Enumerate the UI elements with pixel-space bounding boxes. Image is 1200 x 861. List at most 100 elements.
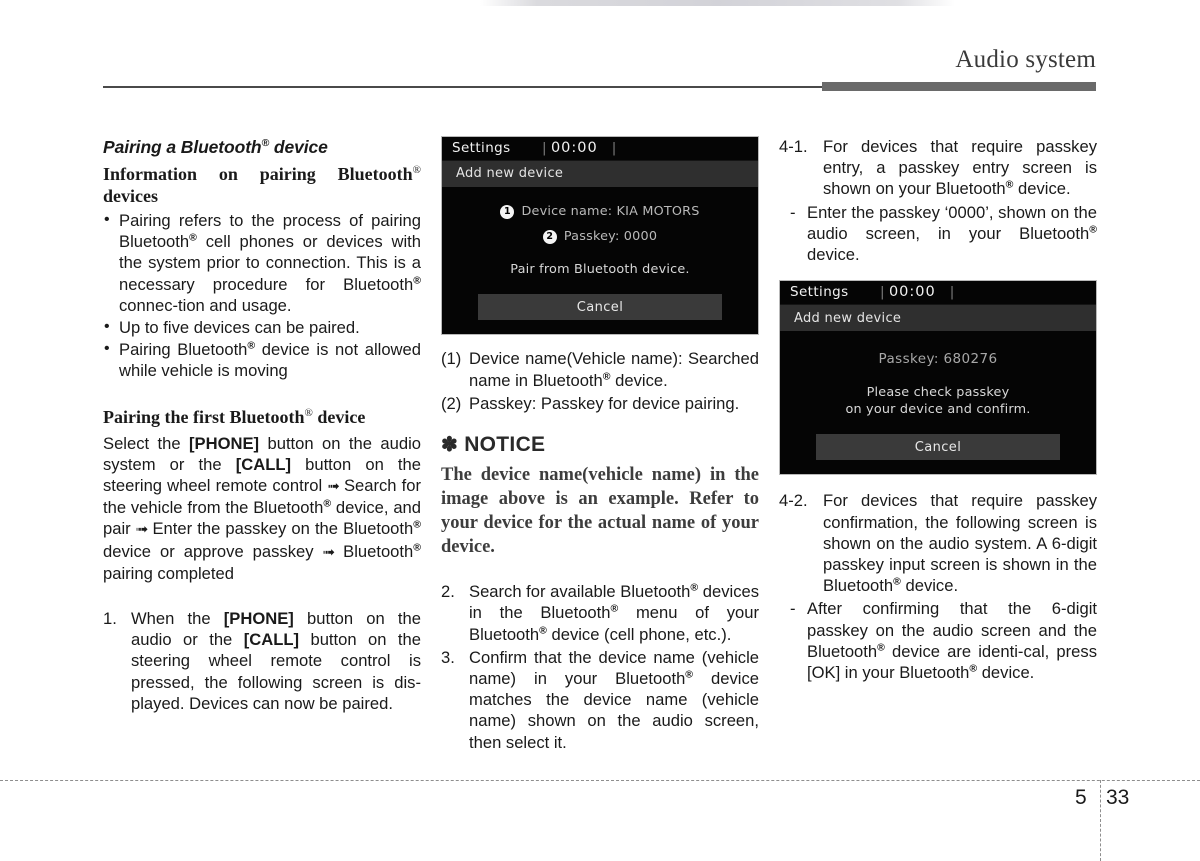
step-text-end: device. [1013,179,1071,199]
list-item-text: Pairing Bluetooth [119,340,248,360]
screen-status-separator: | [542,139,547,156]
arrow-right-icon: ➟ [322,543,336,561]
phone-button-reference: [PHONE] [189,433,260,453]
page-header: Audio system [0,46,1200,96]
callout-badge-1: 1 [500,204,515,219]
sub-step-text-end: device. [977,663,1035,683]
caption-text: Passkey: Passkey for device pairing. [469,393,740,413]
registered-mark-icon: ® [1089,223,1097,236]
paragraph-text: Select the [103,433,190,453]
caption-text: Device name(Vehicle name): Searched name… [469,349,759,390]
screen-status-bar: Settings | 00:00 | [780,281,1096,305]
pairing-steps-list-middle: 2. Search for available Bluetooth® device… [441,581,759,753]
asterisk-icon: ✽ [441,434,459,457]
registered-mark-icon: ® [877,641,885,654]
step-text-end: device. [900,576,959,596]
registered-mark-icon: ® [602,370,611,383]
arrow-right-icon: ➟ [327,478,340,496]
step-text-end: device (cell phone, etc.). [546,624,732,644]
list-item-text-end: connec-tion and usage. [119,295,292,315]
registered-mark-icon: ® [247,339,256,352]
list-item: Pairing refers to the process of pairing… [103,209,421,316]
page-number: 33 [1106,786,1130,809]
registered-mark-icon: ® [893,575,901,588]
screen-content: 1 Device name: KIA MOTORS 2 Passkey: 000… [442,187,758,335]
screen-status-label: Settings [790,284,849,301]
list-item: Up to five devices can be paired. [103,316,421,338]
list-item: 3. Confirm that the device name (vehicle … [441,647,759,753]
caption-text-end: device. [615,370,668,390]
right-column: 4-1. For devices that require passkey ent… [779,136,1097,683]
registered-mark-icon: ® [323,497,332,510]
cancel-button[interactable]: Cancel [816,434,1060,461]
header-rule-thick [822,82,1096,91]
screen-status-bar: Settings | 00:00 | [442,137,758,160]
subheading-text: Information on pairing Bluetooth [103,164,413,184]
device-name-value: Device name: KIA MOTORS [521,204,700,219]
screen-message: Pair from Bluetooth device. [510,262,690,278]
passkey-value: Passkey: 0000 [563,229,658,245]
sub-step-enter-passkey: - Enter the passkey ‘0000’, shown on the … [779,202,1097,266]
step-number: 4-2. [779,491,808,511]
call-button-reference: [CALL] [243,630,300,650]
notice-body-text: The device name(vehicle name) in the ima… [441,465,759,558]
paragraph-text-cont: device or approve passkey [103,541,323,561]
notice-heading: ✽ NOTICE [441,434,759,456]
device-name-row: 1 Device name: KIA MOTORS [452,201,748,222]
subheading-text: Pairing the first Bluetooth [103,406,305,427]
list-item: 1. When the [PHONE] button on the audio o… [103,608,421,714]
list-item: 2. Search for available Bluetooth® device… [441,581,759,645]
section-heading-tail: device [269,137,328,157]
chapter-number: 5 [1075,786,1087,809]
registered-mark-icon: ® [412,164,421,176]
cancel-button[interactable]: Cancel [478,294,722,321]
subheading-pairing-first-device: Pairing the first Bluetooth® device [103,406,421,428]
subheading-tail: devices [103,186,158,206]
registered-mark-icon: ® [539,624,547,637]
screen-message-line-1: Please check passkey [866,385,1010,401]
caption-number: (1) [441,349,462,369]
footer-divider-horizontal [0,780,1200,781]
list-item: 4-2. For devices that require passkey con… [779,490,1097,596]
audio-screen-passkey-confirm: Settings | 00:00 | Add new device Passke… [779,280,1097,476]
audio-screen-add-new-device: Settings | 00:00 | Add new device 1 Devi… [441,136,759,336]
registered-mark-icon: ® [413,518,421,531]
dash-bullet-icon: - [790,202,796,222]
step-number: 4-1. [779,137,808,156]
section-heading-text: Pairing a Bluetooth [103,137,262,157]
notice-title-text: NOTICE [464,433,546,457]
screen-status-label: Settings [452,139,511,156]
subheading-tail: device [312,406,366,427]
pairing-steps-list-right-bottom: 4-2. For devices that require passkey con… [779,490,1097,596]
list-item: (2) Passkey: Passkey for device pairing. [441,393,759,414]
pairing-steps-list-left: 1. When the [PHONE] button on the audio o… [103,608,421,714]
screen-message: Please check passkey on your device and … [790,384,1086,418]
registered-mark-icon: ® [413,541,421,554]
paragraph-text-cont: Bluetooth [334,541,414,561]
screen-clock: 00:00 [550,139,598,156]
sub-step-after-confirming: - After confirming that the 6-digit passk… [779,598,1097,683]
pairing-info-bullet-list: Pairing refers to the process of pairing… [103,209,421,382]
caption-number: (2) [441,393,462,413]
step-number: 1. [103,609,117,629]
header-rule-thin [103,86,825,88]
phone-button-reference: [PHONE] [223,609,294,629]
sub-step-text: Enter the passkey ‘0000’, shown on the a… [807,202,1097,243]
registered-mark-icon: ® [969,662,978,675]
list-item: 4-1. For devices that require passkey ent… [779,136,1097,200]
screen-clock: 00:00 [888,284,936,301]
registered-mark-icon: ® [413,274,421,287]
registered-mark-icon: ® [685,668,694,681]
step-text: When the [131,609,224,629]
paragraph-select-phone-button: Select the [PHONE] button on the audio s… [103,433,421,584]
left-column: Pairing a Bluetooth ® device Information … [103,136,421,716]
registered-mark-icon: ® [189,231,197,244]
sub-step-text-end: device. [807,245,860,265]
page-title: Audio system [955,46,1096,73]
list-item: (1) Device name(Vehicle name): Searched n… [441,348,759,390]
screen-status-separator: | [611,139,617,156]
passkey-row: 2 Passkey: 0000 [452,226,748,247]
scan-artifact-top [480,0,955,6]
list-item: Pairing Bluetooth® device is not allowed… [103,338,421,381]
footer-divider-vertical [1100,780,1101,861]
